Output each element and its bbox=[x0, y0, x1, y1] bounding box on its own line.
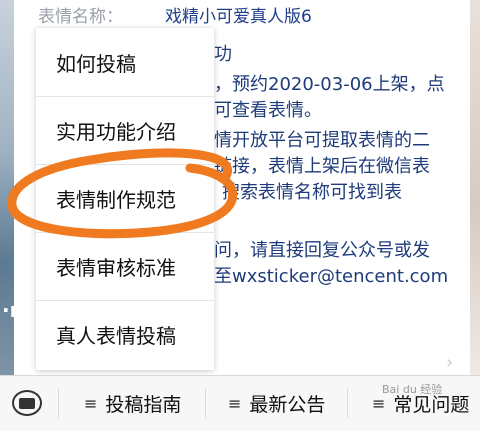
menu-item-label: 表情制作规范 bbox=[56, 187, 176, 212]
tab-label: 投稿指南 bbox=[105, 394, 182, 416]
menu-bar-divider bbox=[205, 388, 206, 418]
menu-item-production-spec[interactable]: 表情制作规范 bbox=[36, 164, 214, 232]
menu-item-label: 表情审核标准 bbox=[56, 255, 176, 280]
content-line: 链接，表情上架后在微信表 bbox=[214, 156, 430, 177]
menu-item-real-person-submit[interactable]: 真人表情投稿 bbox=[36, 300, 214, 368]
content-line: 问，请直接回复公众号或发 bbox=[214, 240, 430, 261]
dropdown-menu: 如何投稿 实用功能介绍 表情制作规范 表情审核标准 真人表情投稿 bbox=[36, 28, 214, 370]
content-line: 至wxsticker@tencent.com bbox=[214, 266, 449, 287]
hamburger-icon: ≡ bbox=[84, 394, 98, 413]
menu-item-review-standard[interactable]: 表情审核标准 bbox=[36, 232, 214, 300]
keyboard-icon[interactable] bbox=[12, 390, 42, 416]
menu-bar-divider bbox=[58, 388, 59, 418]
menu-item-label: 真人表情投稿 bbox=[56, 323, 176, 348]
content-line: 可查看表情。 bbox=[214, 100, 322, 121]
sticker-name-value: 戏精小可爱真人版6 bbox=[165, 7, 312, 27]
hamburger-icon: ≡ bbox=[228, 394, 242, 413]
menu-item-label: 实用功能介绍 bbox=[56, 119, 176, 144]
content-line: 功 bbox=[214, 44, 232, 65]
menu-bar-divider bbox=[347, 388, 348, 418]
content-line: 情开放平台可提取表情的二 bbox=[214, 130, 430, 151]
tab-label: 最新公告 bbox=[249, 394, 326, 416]
watermark: Bai du 经验 bbox=[382, 383, 443, 396]
tab-latest-notice[interactable]: ≡ 最新公告 bbox=[228, 376, 325, 431]
menu-item-label: 如何投稿 bbox=[56, 51, 136, 76]
content-line: ，预约2020-03-06上架，点 bbox=[214, 74, 445, 95]
menu-item-features[interactable]: 实用功能介绍 bbox=[36, 96, 214, 164]
menu-item-how-to-submit[interactable]: 如何投稿 bbox=[36, 28, 214, 96]
tab-submission-guide[interactable]: ≡ 投稿指南 bbox=[84, 376, 181, 431]
content-line: 搜索表情名称可找到表 bbox=[222, 182, 402, 203]
sticker-name-label: 表情名称： bbox=[38, 7, 123, 27]
chevron-right-icon[interactable]: › bbox=[446, 352, 453, 373]
